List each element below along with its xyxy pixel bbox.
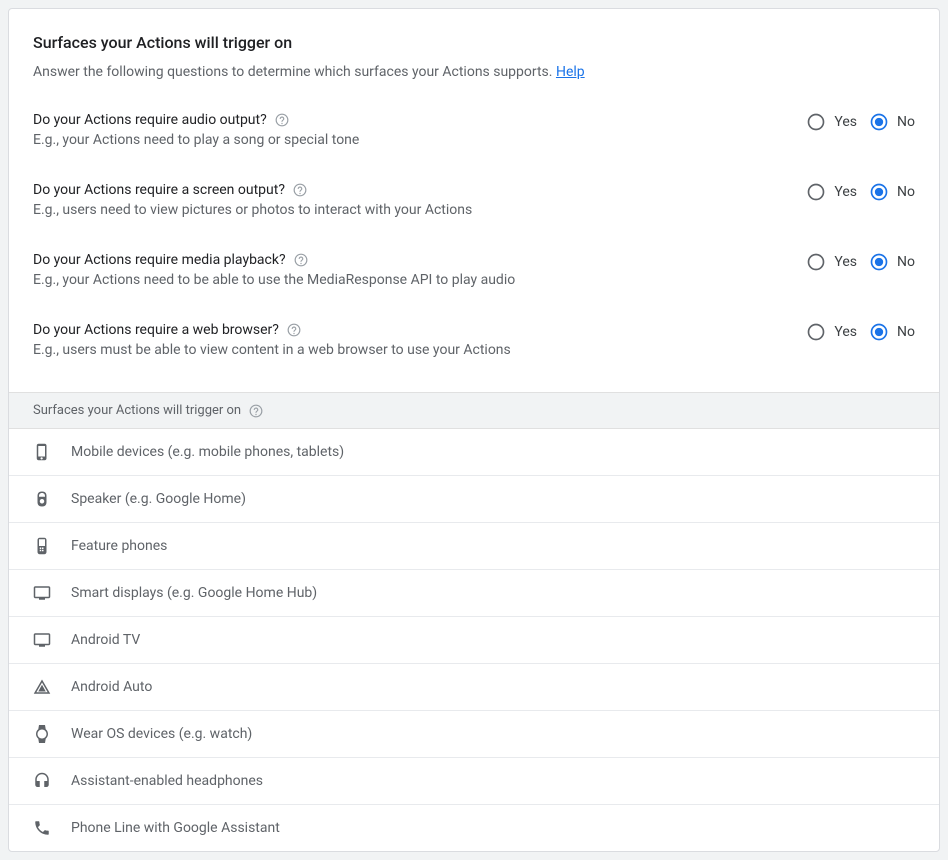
question-text: Do your Actions require a screen output?… bbox=[33, 182, 806, 218]
radio-selected-icon[interactable] bbox=[869, 112, 889, 132]
question-text: Do your Actions require audio output? E.g… bbox=[33, 112, 806, 148]
radio-selected-icon[interactable] bbox=[869, 182, 889, 202]
question-desc: E.g., your Actions need to be able to us… bbox=[33, 272, 806, 288]
question-browser: Do your Actions require a web browser? E.… bbox=[33, 312, 915, 368]
tv-icon bbox=[33, 631, 51, 649]
question-text: Do your Actions require a web browser? E.… bbox=[33, 322, 806, 358]
question-text: Do your Actions require media playback? E… bbox=[33, 252, 806, 288]
radio-option-no[interactable]: No bbox=[869, 322, 915, 342]
surface-row: Phone Line with Google Assistant bbox=[9, 805, 939, 851]
option-label: No bbox=[897, 114, 915, 130]
surface-row: Assistant-enabled headphones bbox=[9, 758, 939, 805]
question-label: Do your Actions require a screen output? bbox=[33, 182, 806, 198]
radio-option-no[interactable]: No bbox=[869, 252, 915, 272]
option-label: Yes bbox=[834, 184, 857, 200]
help-link[interactable]: Help bbox=[556, 64, 585, 80]
options-group: Yes No bbox=[806, 182, 915, 202]
radio-option-yes[interactable]: Yes bbox=[806, 112, 857, 132]
surface-row: Mobile devices (e.g. mobile phones, tabl… bbox=[9, 429, 939, 476]
mobile-icon bbox=[33, 443, 51, 461]
card-title: Surfaces your Actions will trigger on bbox=[33, 33, 915, 52]
help-icon[interactable] bbox=[287, 323, 301, 337]
car-icon bbox=[33, 678, 51, 696]
smart-display-icon bbox=[33, 584, 51, 602]
surface-row: Feature phones bbox=[9, 523, 939, 570]
question-desc: E.g., users need to view pictures or pho… bbox=[33, 202, 806, 218]
radio-option-yes[interactable]: Yes bbox=[806, 252, 857, 272]
question-desc: E.g., users must be able to view content… bbox=[33, 342, 806, 358]
radio-option-yes[interactable]: Yes bbox=[806, 182, 857, 202]
surface-row: Android TV bbox=[9, 617, 939, 664]
radio-option-no[interactable]: No bbox=[869, 182, 915, 202]
card-subtitle: Answer the following questions to determ… bbox=[33, 62, 915, 82]
option-label: No bbox=[897, 184, 915, 200]
surface-row: Smart displays (e.g. Google Home Hub) bbox=[9, 570, 939, 617]
surface-row: Android Auto bbox=[9, 664, 939, 711]
radio-unselected-icon[interactable] bbox=[806, 252, 826, 272]
question-label: Do your Actions require audio output? bbox=[33, 112, 806, 128]
help-icon[interactable] bbox=[293, 183, 307, 197]
option-label: No bbox=[897, 324, 915, 340]
question-screen: Do your Actions require a screen output?… bbox=[33, 172, 915, 228]
speaker-icon bbox=[33, 490, 51, 508]
option-label: Yes bbox=[834, 254, 857, 270]
surface-label: Phone Line with Google Assistant bbox=[71, 820, 280, 836]
surface-row: Wear OS devices (e.g. watch) bbox=[9, 711, 939, 758]
question-label: Do your Actions require a web browser? bbox=[33, 322, 806, 338]
help-icon[interactable] bbox=[275, 113, 289, 127]
option-label: No bbox=[897, 254, 915, 270]
options-group: Yes No bbox=[806, 322, 915, 342]
surface-row: Speaker (e.g. Google Home) bbox=[9, 476, 939, 523]
section-title: Surfaces your Actions will trigger on bbox=[33, 403, 241, 418]
radio-unselected-icon[interactable] bbox=[806, 182, 826, 202]
card-header: Surfaces your Actions will trigger on An… bbox=[9, 9, 939, 82]
options-group: Yes No bbox=[806, 252, 915, 272]
option-label: Yes bbox=[834, 324, 857, 340]
watch-icon bbox=[33, 725, 51, 743]
surfaces-card: Surfaces your Actions will trigger on An… bbox=[8, 8, 940, 852]
question-desc: E.g., your Actions need to play a song o… bbox=[33, 132, 806, 148]
headphones-icon bbox=[33, 772, 51, 790]
question-label: Do your Actions require media playback? bbox=[33, 252, 806, 268]
surface-label: Speaker (e.g. Google Home) bbox=[71, 491, 246, 507]
radio-option-yes[interactable]: Yes bbox=[806, 322, 857, 342]
surface-label: Mobile devices (e.g. mobile phones, tabl… bbox=[71, 444, 344, 460]
radio-option-no[interactable]: No bbox=[869, 112, 915, 132]
help-icon[interactable] bbox=[294, 253, 308, 267]
surface-label: Assistant-enabled headphones bbox=[71, 773, 263, 789]
question-media: Do your Actions require media playback? E… bbox=[33, 242, 915, 298]
question-audio: Do your Actions require audio output? E.g… bbox=[33, 102, 915, 158]
section-header: Surfaces your Actions will trigger on bbox=[9, 392, 939, 429]
questions-list: Do your Actions require audio output? E.g… bbox=[9, 82, 939, 392]
phone-line-icon bbox=[33, 819, 51, 837]
surface-label: Android TV bbox=[71, 632, 140, 648]
radio-selected-icon[interactable] bbox=[869, 252, 889, 272]
feature-phone-icon bbox=[33, 537, 51, 555]
radio-unselected-icon[interactable] bbox=[806, 322, 826, 342]
surface-label: Android Auto bbox=[71, 679, 152, 695]
help-icon[interactable] bbox=[249, 404, 263, 418]
surface-label: Feature phones bbox=[71, 538, 167, 554]
surfaces-list: Mobile devices (e.g. mobile phones, tabl… bbox=[9, 429, 939, 851]
option-label: Yes bbox=[834, 114, 857, 130]
surface-label: Wear OS devices (e.g. watch) bbox=[71, 726, 252, 742]
radio-unselected-icon[interactable] bbox=[806, 112, 826, 132]
radio-selected-icon[interactable] bbox=[869, 322, 889, 342]
surface-label: Smart displays (e.g. Google Home Hub) bbox=[71, 585, 317, 601]
options-group: Yes No bbox=[806, 112, 915, 132]
subtitle-text: Answer the following questions to determ… bbox=[33, 64, 552, 80]
